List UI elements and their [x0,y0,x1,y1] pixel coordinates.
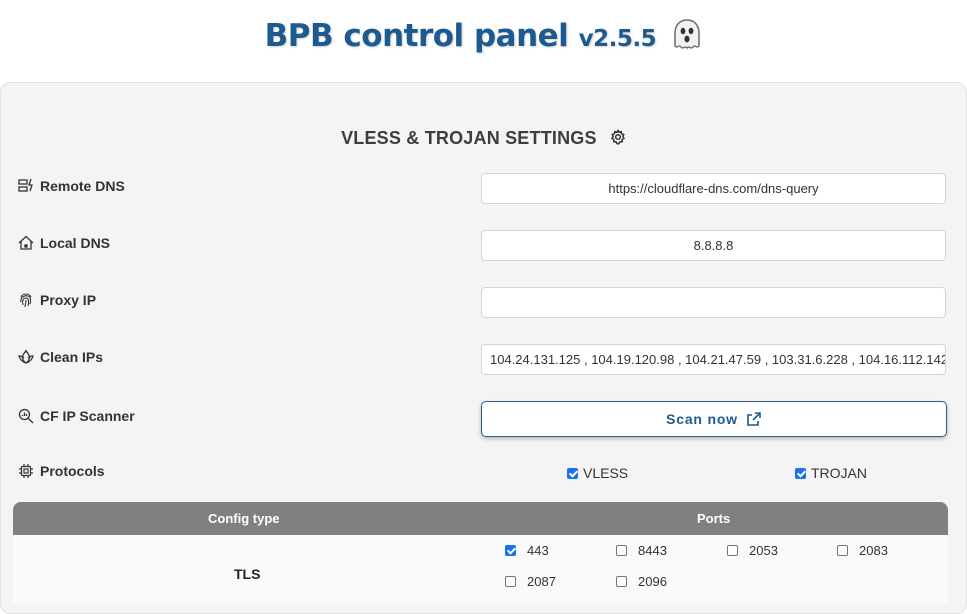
clean-ips-label: Clean IPs [18,349,103,365]
home-icon [18,235,34,250]
vless-checkbox-box[interactable] [567,467,578,479]
tls-config-type: TLS [234,566,261,582]
fingerprint-icon [20,293,32,308]
local-dns-input[interactable]: 8.8.8.8 [481,230,946,261]
section-title: VLESS & TROJAN SETTINGS [0,128,967,150]
page-title: BPB control panel v2.5.5 [0,18,967,54]
header: BPB control panel v2.5.5 [0,0,967,82]
app-version: v2.5.5 [578,26,657,52]
vless-checkbox[interactable]: VLESS [567,465,628,481]
chip-icon [19,464,33,478]
trojan-checkbox[interactable]: TROJAN [795,465,867,481]
gear-icon [610,129,626,150]
dns-server-icon [18,178,33,192]
port-2087-checkbox[interactable]: 2087 [505,574,556,589]
port-2083-checkbox[interactable]: 2083 [837,543,888,558]
clean-ips-input[interactable]: 104.24.131.125 , 104.19.120.98 , 104.21.… [481,344,946,375]
leaf-icon [18,349,34,364]
local-dns-label: Local DNS [18,235,110,251]
port-8443-checkbox[interactable]: 8443 [616,543,667,558]
app-title: BPB control panel [264,18,569,54]
trojan-checkbox-box[interactable] [795,467,806,479]
ports-table-body [13,535,948,605]
config-type-header: Config type [208,511,280,526]
external-link-icon [747,412,761,426]
remote-dns-label: Remote DNS [18,178,125,194]
port-2053-checkbox[interactable]: 2053 [727,543,778,558]
scan-chart-icon [18,408,34,424]
remote-dns-input[interactable]: https://cloudflare-dns.com/dns-query [481,173,946,204]
port-443-checkbox[interactable]: 443 [505,543,549,558]
ghost-icon [672,18,702,50]
proxy-ip-label: Proxy IP [18,292,96,308]
protocols-label: Protocols [18,463,105,479]
scan-now-button[interactable]: Scan now [481,401,947,437]
ports-table-header: Config type Ports [13,502,948,535]
ports-header: Ports [697,511,731,526]
port-2096-checkbox[interactable]: 2096 [616,574,667,589]
cf-scanner-label: CF IP Scanner [18,408,135,424]
proxy-ip-input[interactable] [481,287,946,318]
